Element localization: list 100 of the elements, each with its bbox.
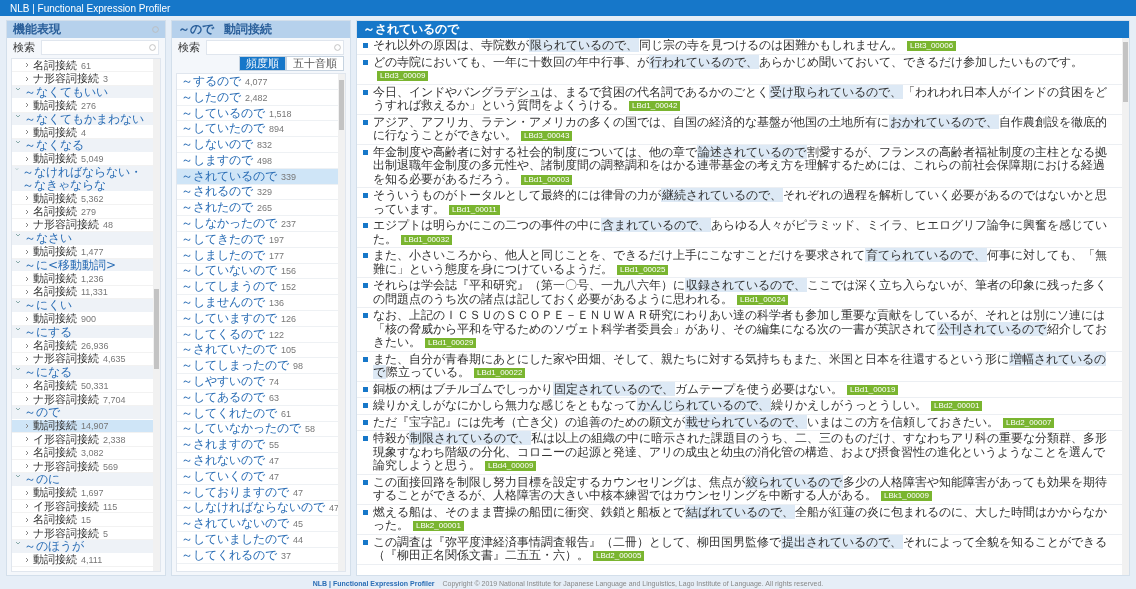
bullet-icon (363, 479, 368, 485)
example-sentence: アジア、アフリカ、ラテン・アメリカの多くの国では、自国の経済的な基盤が他国の土地所有に おかれているので、自作農創設を徹底的に行なうことができない。 LBd3_00043 (373, 115, 1108, 143)
pattern-item[interactable]: ～していたので 894 (177, 121, 338, 138)
example-sentence: そういうものがトータルとして最終的には律骨の力が継続されているので、それぞれの過程を解析していく必要があるのではないかと思っています。 LBd1_00011 (373, 189, 1108, 216)
caret-right-icon[interactable] (24, 62, 30, 69)
bullet-icon (363, 419, 368, 425)
scrollbar[interactable] (1122, 38, 1129, 575)
caret-right-icon[interactable] (24, 288, 30, 295)
caret-right-icon[interactable] (24, 503, 30, 510)
pattern-item[interactable]: ～されますので 55 (177, 437, 338, 454)
bullet-icon (363, 223, 368, 228)
caret-right-icon[interactable] (24, 221, 30, 228)
caret-right-icon[interactable] (24, 449, 30, 456)
pattern-item[interactable]: ～するので 4,077 (177, 74, 338, 90)
caret-down-icon[interactable] (15, 406, 21, 413)
tree-item[interactable]: 名詞接続 15 (12, 513, 153, 527)
tree-group[interactable]: ～にくい (12, 299, 153, 313)
caret-right-icon[interactable] (24, 530, 30, 537)
example-sentence: この調査は『弥平度津経済事情調査報告』（二冊）として、柳田国男監修で提出されているので、それによって全貌を知ることができる（『柳田正名関係文書』二五五・六）。 LBd2_00005 (373, 535, 1108, 563)
caret-right-icon[interactable] (24, 275, 30, 282)
example-sentence: ただ『宝字記』には先考（亡き父）の追善のための願文が載せられているので、いまはこの方を信頼しておきたい。 LBd2_00007 (373, 415, 1055, 429)
caret-right-icon[interactable] (24, 342, 30, 349)
search-field[interactable] (41, 40, 159, 55)
search-label: 検索 (13, 40, 35, 55)
pattern-item[interactable]: ～されないので 47 (177, 453, 338, 469)
scrollbar[interactable] (338, 74, 345, 571)
pattern-item[interactable]: ～していましたので 44 (177, 532, 338, 548)
tree-group[interactable]: ～ので (12, 406, 153, 420)
caret-right-icon[interactable] (24, 208, 30, 215)
example-sentence: 特殺が制限されているので、私は以上の組織の中に暗示された課題目のうち、二、三のものだけ、すなわちアリ科の重要な分類群、多形現象すなわち階級の分化、コロニーの起源と発達、アリの成虫と幼虫の消化管の構造、および摂食習性の進化というようなことを選んで論究しようと思う。 LBd4_00009 (373, 432, 1108, 473)
caret-right-icon[interactable] (24, 248, 30, 255)
bullet-icon (363, 193, 368, 198)
tree-item[interactable]: イ形容詞接続 2,338 (12, 433, 153, 447)
search-label: 検索 (178, 40, 200, 55)
tree-item[interactable]: 動詞接続 1,236 (12, 272, 153, 286)
example-sentence: この面接回路を制限し努力目標を設定するカウンセリングは、焦点が絞られているので多少の人格障害や知能障害があっても効果を期待することができるが、人格障害の大きい中核本練習ではカウンセリングを中断する人がある。 LBk1_00009 (373, 475, 1108, 503)
caret-right-icon[interactable] (24, 102, 30, 109)
caret-right-icon[interactable] (24, 489, 30, 496)
tree-item[interactable]: 動詞接続 276 (12, 99, 153, 113)
sort-button[interactable]: 五十音順 (286, 56, 344, 71)
tree-item[interactable]: ナ形容詞接続 3 (12, 72, 153, 86)
tree-item[interactable]: 名詞接続 61 (12, 59, 153, 73)
caret-down-icon[interactable] (15, 85, 21, 92)
caret-right-icon[interactable] (24, 463, 30, 470)
tree-group[interactable]: ～なさい (12, 232, 153, 246)
caret-down-icon[interactable] (15, 139, 21, 146)
example-sentence: 燃える船は、そのまま曹操の船団に衝突、鉄鎖と船板とで結ばれているので、全船が紅蓮の炎に包まれるのに、大した時間はかからなかった。 LBk2_00001 (373, 505, 1108, 533)
caret-down-icon[interactable] (15, 232, 21, 239)
caret-right-icon[interactable] (24, 436, 30, 443)
caret-down-icon[interactable] (15, 540, 21, 547)
tree-item[interactable]: 名詞接続 279 (12, 205, 153, 219)
pattern-item[interactable]: ～してしまったので 98 (177, 358, 338, 375)
example-sentence: それ以外の原因は、寺院数が限られているので、同じ宗の寺を見つけるのは困難かもしれません。 LBt3_00006 (373, 39, 957, 53)
panel-subtitle: 動詞接続 (224, 21, 272, 38)
caret-right-icon[interactable] (24, 396, 30, 403)
tree-group[interactable]: ～のほうが (12, 540, 153, 554)
caret-right-icon[interactable] (24, 195, 30, 202)
tree-group[interactable]: ～なければならない・～なきゃならな (12, 166, 153, 192)
example-sentence: また、小さいころから、他人と同じことを、できるだけ上手にこなすことだけを要求されて育てられているので、何事に対しても、「無難に」という態度を身につけているようだ。 LBd1_00025 (373, 249, 1108, 276)
example-sentence: 銅板の柄はブチルゴムでしっかり 固定されているので、ガムテープを使う必要はない。 LBd1_00019 (373, 382, 899, 396)
caret-right-icon[interactable] (24, 516, 30, 523)
pattern-item[interactable]: ～されていないので 45 (177, 516, 338, 533)
bullet-icon (363, 356, 368, 362)
caret-right-icon[interactable] (24, 556, 30, 563)
tree-group[interactable]: ～になる (12, 366, 153, 380)
sort-button[interactable]: 頻度順 (239, 56, 286, 71)
caret-down-icon[interactable] (15, 366, 21, 373)
caret-down-icon[interactable] (15, 112, 21, 119)
tree-group[interactable]: ～のに (12, 473, 153, 487)
caret-down-icon[interactable] (15, 473, 21, 480)
pattern-item[interactable]: ～しなかったので 237 (177, 216, 338, 232)
caret-right-icon[interactable] (24, 315, 30, 322)
scrollbar[interactable] (153, 59, 160, 571)
caret-down-icon[interactable] (15, 325, 21, 332)
example-sentence: エジプトは明らかにこの二つの事件の中に含まれているので、あらゆる人々がピラミッド、ミイラ、ヒエログリフ論争に興奮を感じていた。 LBd1_00032 (373, 219, 1108, 246)
bullet-icon (363, 539, 368, 545)
caret-right-icon[interactable] (24, 422, 30, 429)
bullet-icon (363, 149, 368, 155)
caret-right-icon[interactable] (24, 129, 30, 136)
bullet-icon (363, 43, 368, 48)
bullet-icon (363, 509, 368, 515)
pattern-item[interactable]: ～しやすいので 74 (177, 374, 338, 390)
bullet-icon (363, 59, 368, 65)
tree-item[interactable]: 名詞接続 26,936 (12, 339, 153, 353)
caret-right-icon[interactable] (24, 75, 30, 82)
caret-right-icon[interactable] (24, 355, 30, 362)
caret-down-icon[interactable] (15, 258, 21, 265)
pattern-item[interactable]: ～しないので 832 (177, 137, 338, 153)
search-field[interactable] (206, 40, 344, 55)
panel-title: 機能表現 (13, 21, 62, 38)
caret-right-icon[interactable] (24, 382, 30, 389)
pattern-item[interactable]: ～されたので 265 (177, 200, 338, 217)
tree-group[interactable]: ～なくなる (12, 139, 153, 153)
caret-right-icon[interactable] (24, 155, 30, 162)
caret-down-icon[interactable] (15, 299, 21, 306)
pattern-item[interactable]: ～してしまうので 152 (177, 279, 338, 296)
example-sentence: なお、上記のＩＣＳＵのＳＣＯＰＥ－ＥＮＵＷＡＲ研究にわりあい達の科学者も参加し重要な貢献をしているが、それとは別にソ連には「核の脅威から平和を守るためのソヴェト科学者委員会」があり、その編集になる次の一書が英訳されて公刊されているので紹介しておきたい。 LBd1_00029 (373, 309, 1108, 350)
pattern-item[interactable]: ～しませんので 136 (177, 295, 338, 311)
panel-title: ～ので (178, 21, 214, 38)
tree-item[interactable]: イ形容詞接続 115 (12, 500, 153, 514)
